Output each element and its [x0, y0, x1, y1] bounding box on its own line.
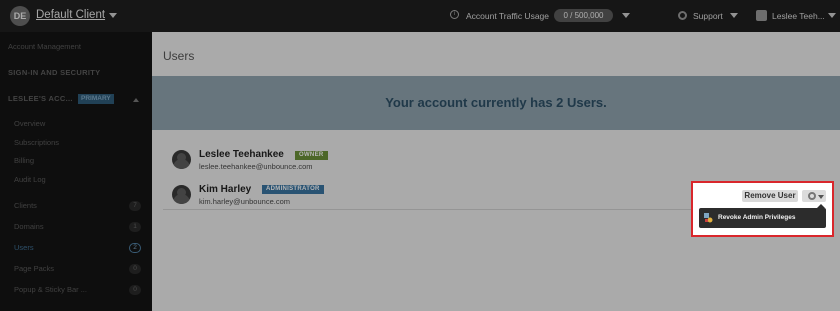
client-switcher-link[interactable]: Default Client	[36, 9, 105, 21]
client-avatar[interactable]: DE	[10, 6, 30, 26]
chevron-down-icon[interactable]	[828, 13, 836, 18]
sidebar-item-clients[interactable]: Clients	[14, 201, 37, 210]
traffic-usage-value: 0 / 500,000	[554, 9, 613, 22]
sidebar-item-popup-sticky-bar[interactable]: Popup & Sticky Bar ...	[14, 285, 87, 294]
user-email: leslee.teehankee@unbounce.com	[199, 162, 313, 171]
sidebar-item-page-packs[interactable]: Page Packs	[14, 264, 54, 273]
revoke-admin-icon	[704, 213, 713, 223]
user-name: Kim Harley	[199, 184, 252, 195]
sidebar-signin-security[interactable]: SIGN-IN AND SECURITY	[8, 68, 100, 77]
user-menu[interactable]: Leslee Teeh...	[772, 11, 825, 21]
sidebar-item-billing[interactable]: Billing	[14, 156, 34, 165]
sidebar-item-subscriptions[interactable]: Subscriptions	[14, 138, 59, 147]
page-title: Users	[163, 49, 195, 63]
popup-sticky-bar-count: 0	[129, 285, 141, 295]
avatar	[172, 185, 191, 204]
domains-count: 1	[129, 222, 141, 232]
role-badge-owner: OWNER	[295, 151, 328, 160]
remove-user-button[interactable]: Remove User	[742, 190, 798, 202]
gear-icon	[808, 192, 816, 200]
sidebar-item-overview[interactable]: Overview	[14, 119, 45, 128]
sidebar: Account Management SIGN-IN AND SECURITY …	[0, 32, 152, 311]
users-count: 2	[129, 243, 141, 253]
user-actions-menu: Revoke Admin Privileges	[699, 208, 826, 228]
clients-count: 7	[129, 201, 141, 211]
primary-badge: PRIMARY	[78, 94, 114, 104]
chevron-down-icon[interactable]	[622, 13, 630, 18]
main-content: Users Your account currently has 2 Users…	[152, 32, 840, 311]
sidebar-item-users[interactable]: Users	[14, 243, 34, 252]
chevron-down-icon[interactable]	[730, 13, 738, 18]
sidebar-item-domains[interactable]: Domains	[14, 222, 44, 231]
user-name: Leslee Teehankee	[199, 149, 284, 160]
chevron-down-icon	[818, 195, 824, 199]
page-packs-count: 0	[129, 264, 141, 274]
chevron-up-icon[interactable]	[133, 98, 139, 102]
banner-text: Your account currently has 2 Users.	[385, 95, 607, 110]
support-menu[interactable]: Support	[693, 11, 723, 21]
user-count-banner: Your account currently has 2 Users.	[152, 76, 840, 130]
user-email: kim.harley@unbounce.com	[199, 197, 290, 206]
lifebuoy-icon	[678, 11, 687, 20]
revoke-admin-privileges-item[interactable]: Revoke Admin Privileges	[718, 214, 795, 221]
user-icon	[756, 10, 767, 21]
role-badge-administrator: ADMINISTRATOR	[262, 185, 324, 194]
sidebar-account-label[interactable]: LESLEE'S ACC...	[8, 94, 73, 103]
traffic-usage-label: Account Traffic Usage	[466, 11, 549, 21]
avatar	[172, 150, 191, 169]
info-icon: i	[450, 10, 459, 19]
user-actions-dropdown[interactable]	[802, 190, 826, 202]
chevron-down-icon[interactable]	[109, 13, 117, 18]
sidebar-account-management[interactable]: Account Management	[8, 42, 81, 51]
top-bar: DE Default Client i Account Traffic Usag…	[0, 0, 840, 32]
sidebar-item-audit-log[interactable]: Audit Log	[14, 175, 46, 184]
